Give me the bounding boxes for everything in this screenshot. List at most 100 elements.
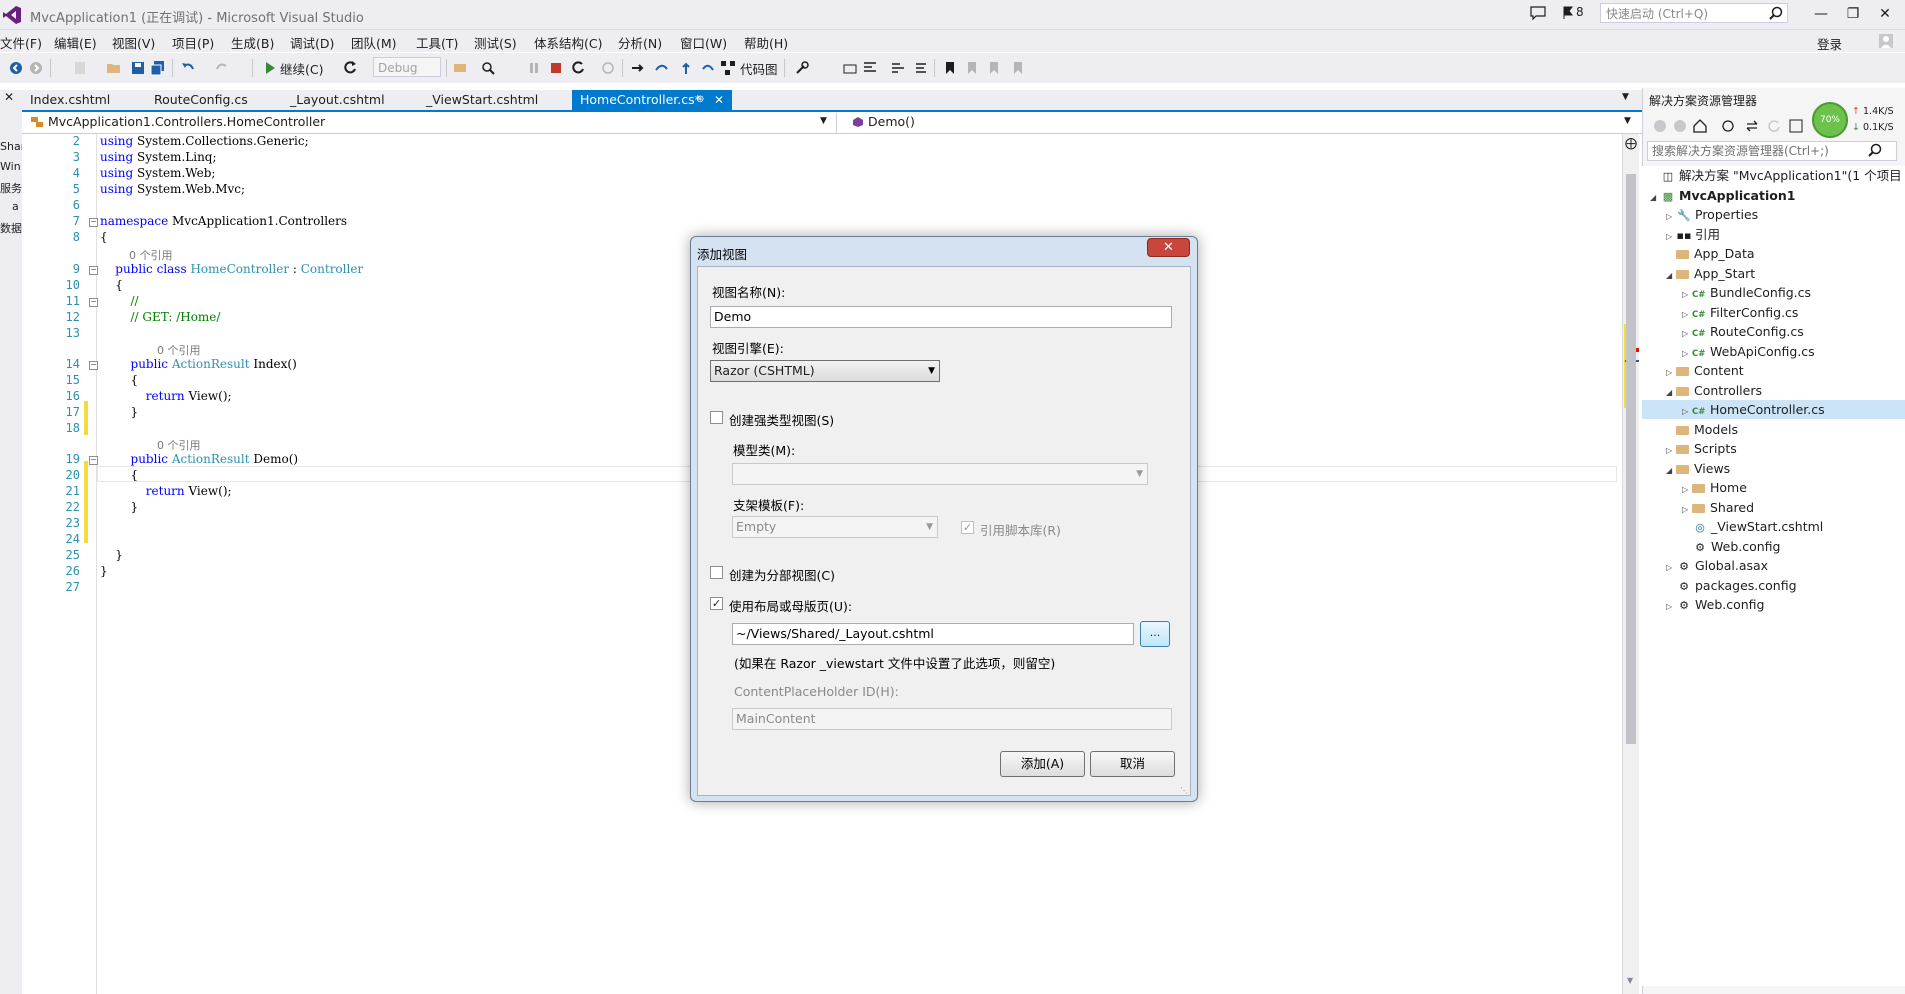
strip-item[interactable]: a: [12, 200, 19, 213]
collapse-icon[interactable]: −: [89, 298, 98, 307]
member-dropdown-value[interactable]: Demo(): [852, 114, 915, 129]
use-layout-checkbox[interactable]: ✓: [710, 597, 723, 610]
tree-node[interactable]: ▷ ⚙ Global.asax: [1642, 556, 1905, 575]
reference-count[interactable]: 0 个引用: [129, 247, 173, 263]
navigate-forward-icon[interactable]: [28, 60, 44, 76]
tree-node[interactable]: ⚙ Web.config: [1642, 537, 1905, 556]
sync-icon[interactable]: [1745, 119, 1759, 133]
scaffold-template-select[interactable]: Empty ▼: [732, 516, 938, 538]
collapsed-icon[interactable]: ▷: [1682, 324, 1692, 343]
show-next-statement-icon[interactable]: [600, 60, 616, 76]
history-icon[interactable]: [1721, 119, 1735, 133]
comment-icon[interactable]: [890, 60, 906, 76]
collapsed-icon[interactable]: ▷: [1666, 207, 1676, 226]
tab-layout-cshtml[interactable]: _Layout.cshtml: [282, 90, 393, 110]
restart-debugging-icon[interactable]: [570, 60, 586, 76]
close-panel-icon[interactable]: ✕: [4, 90, 14, 104]
tree-node[interactable]: ◢ App_Start: [1642, 264, 1905, 283]
save-all-icon[interactable]: [150, 60, 166, 76]
undo-icon[interactable]: [180, 60, 196, 76]
scrollbar-thumb[interactable]: [1626, 174, 1636, 744]
scroll-down-icon[interactable]: ▼: [1627, 976, 1633, 985]
collapse-icon[interactable]: −: [89, 218, 98, 227]
layout-icon[interactable]: [842, 60, 858, 76]
tree-node[interactable]: ◎ _ViewStart.cshtml: [1642, 517, 1905, 536]
collapse-icon[interactable]: −: [89, 361, 98, 370]
tree-node[interactable]: ▷ 🔧 Properties: [1642, 205, 1905, 224]
tree-node[interactable]: ⚙ packages.config: [1642, 576, 1905, 595]
placeholder-id-input[interactable]: MainContent: [732, 708, 1172, 730]
continue-button[interactable]: 继续(C): [280, 59, 323, 78]
feedback-flag-icon[interactable]: [1563, 6, 1573, 20]
tree-node[interactable]: ▷ Scripts: [1642, 439, 1905, 458]
minimize-button[interactable]: —: [1806, 3, 1836, 25]
bookmark-icon[interactable]: [942, 60, 958, 76]
tree-node[interactable]: ▷ C# FilterConfig.cs: [1642, 303, 1905, 322]
back-icon[interactable]: [1653, 119, 1667, 133]
strip-item[interactable]: 服务: [0, 180, 22, 196]
tree-node[interactable]: ◢ ▩ MvcApplication1: [1642, 186, 1905, 205]
menu-edit[interactable]: 编辑(E): [54, 33, 97, 52]
redo-icon[interactable]: [214, 60, 230, 76]
collapse-all-icon[interactable]: [1789, 119, 1803, 133]
collapsed-icon[interactable]: ▷: [1666, 558, 1676, 577]
tree-node[interactable]: ◫ 解决方案 "MvcApplication1"(1 个项目: [1642, 166, 1905, 185]
new-project-icon[interactable]: [72, 60, 88, 76]
expanded-icon[interactable]: ◢: [1650, 188, 1660, 207]
navigate-back-icon[interactable]: [8, 60, 24, 76]
tree-node[interactable]: ▷ C# BundleConfig.cs: [1642, 283, 1905, 302]
find-icon[interactable]: [480, 60, 496, 76]
reference-count[interactable]: 0 个引用: [157, 437, 201, 453]
notification-icon[interactable]: [1530, 6, 1546, 20]
partial-view-checkbox[interactable]: [710, 566, 723, 579]
cancel-button[interactable]: 取消: [1090, 751, 1175, 777]
search-icon[interactable]: [1868, 143, 1882, 157]
collapsed-icon[interactable]: ▷: [1666, 363, 1676, 382]
close-tab-icon[interactable]: ✕: [714, 90, 724, 110]
next-bookmark-icon[interactable]: [986, 60, 1002, 76]
stop-debugging-icon[interactable]: [548, 60, 564, 76]
code-map-icon[interactable]: [720, 60, 736, 76]
tree-node[interactable]: ▷ C# HomeController.cs: [1642, 400, 1905, 419]
tab-index-cshtml[interactable]: Index.cshtml: [22, 90, 118, 110]
tab-homecontroller-cs[interactable]: HomeController.cs* ⊛ ✕: [572, 90, 732, 110]
login-link[interactable]: 登录: [1817, 34, 1842, 53]
tools-icon[interactable]: [794, 60, 810, 76]
reference-scripts-checkbox[interactable]: ✓: [961, 521, 974, 534]
menu-build[interactable]: 生成(B): [231, 33, 274, 52]
solution-config-select[interactable]: Debug: [373, 57, 441, 77]
browse-layout-button[interactable]: ...: [1140, 621, 1170, 647]
collapsed-icon[interactable]: ▷: [1682, 500, 1692, 519]
quick-launch-input[interactable]: 快速启动 (Ctrl+Q): [1600, 3, 1788, 23]
collapsed-icon[interactable]: ▷: [1682, 344, 1692, 363]
tab-viewstart-cshtml[interactable]: _ViewStart.cshtml: [418, 90, 546, 110]
view-name-input[interactable]: Demo: [710, 306, 1172, 328]
restart-icon[interactable]: [342, 60, 358, 76]
editor-scrollbar[interactable]: ⨁ ▼: [1622, 134, 1639, 994]
search-icon[interactable]: [1769, 6, 1783, 20]
clear-bookmarks-icon[interactable]: [1010, 60, 1026, 76]
strongly-typed-checkbox[interactable]: [710, 411, 723, 424]
home-icon[interactable]: [1693, 119, 1707, 133]
tree-node[interactable]: ▷ Home: [1642, 478, 1905, 497]
expanded-icon[interactable]: ◢: [1666, 383, 1676, 402]
code-map-button[interactable]: 代码图: [740, 59, 778, 78]
tree-node[interactable]: ◢ Controllers: [1642, 381, 1905, 400]
tree-node[interactable]: ▷ C# RouteConfig.cs: [1642, 322, 1905, 341]
tree-node[interactable]: App_Data: [1642, 244, 1905, 263]
model-class-select[interactable]: ▼: [732, 463, 1148, 485]
menu-help[interactable]: 帮助(H): [744, 33, 788, 52]
menu-debug[interactable]: 调试(D): [290, 33, 334, 52]
solution-search-input[interactable]: 搜索解决方案资源管理器(Ctrl+;): [1647, 141, 1897, 161]
tree-node[interactable]: ◢ Views: [1642, 459, 1905, 478]
layout-path-input[interactable]: ~/Views/Shared/_Layout.cshtml: [732, 623, 1134, 645]
forward-icon[interactable]: [1673, 119, 1687, 133]
tree-node[interactable]: ▷ Content: [1642, 361, 1905, 380]
collapsed-icon[interactable]: ▷: [1666, 441, 1676, 460]
break-all-icon[interactable]: [526, 60, 542, 76]
dialog-close-button[interactable]: ✕: [1147, 238, 1190, 257]
step-over-icon[interactable]: [654, 60, 670, 76]
uncomment-icon[interactable]: [912, 60, 928, 76]
network-monitor-badge[interactable]: 70%: [1812, 102, 1848, 138]
menu-architecture[interactable]: 体系结构(C): [534, 33, 602, 52]
